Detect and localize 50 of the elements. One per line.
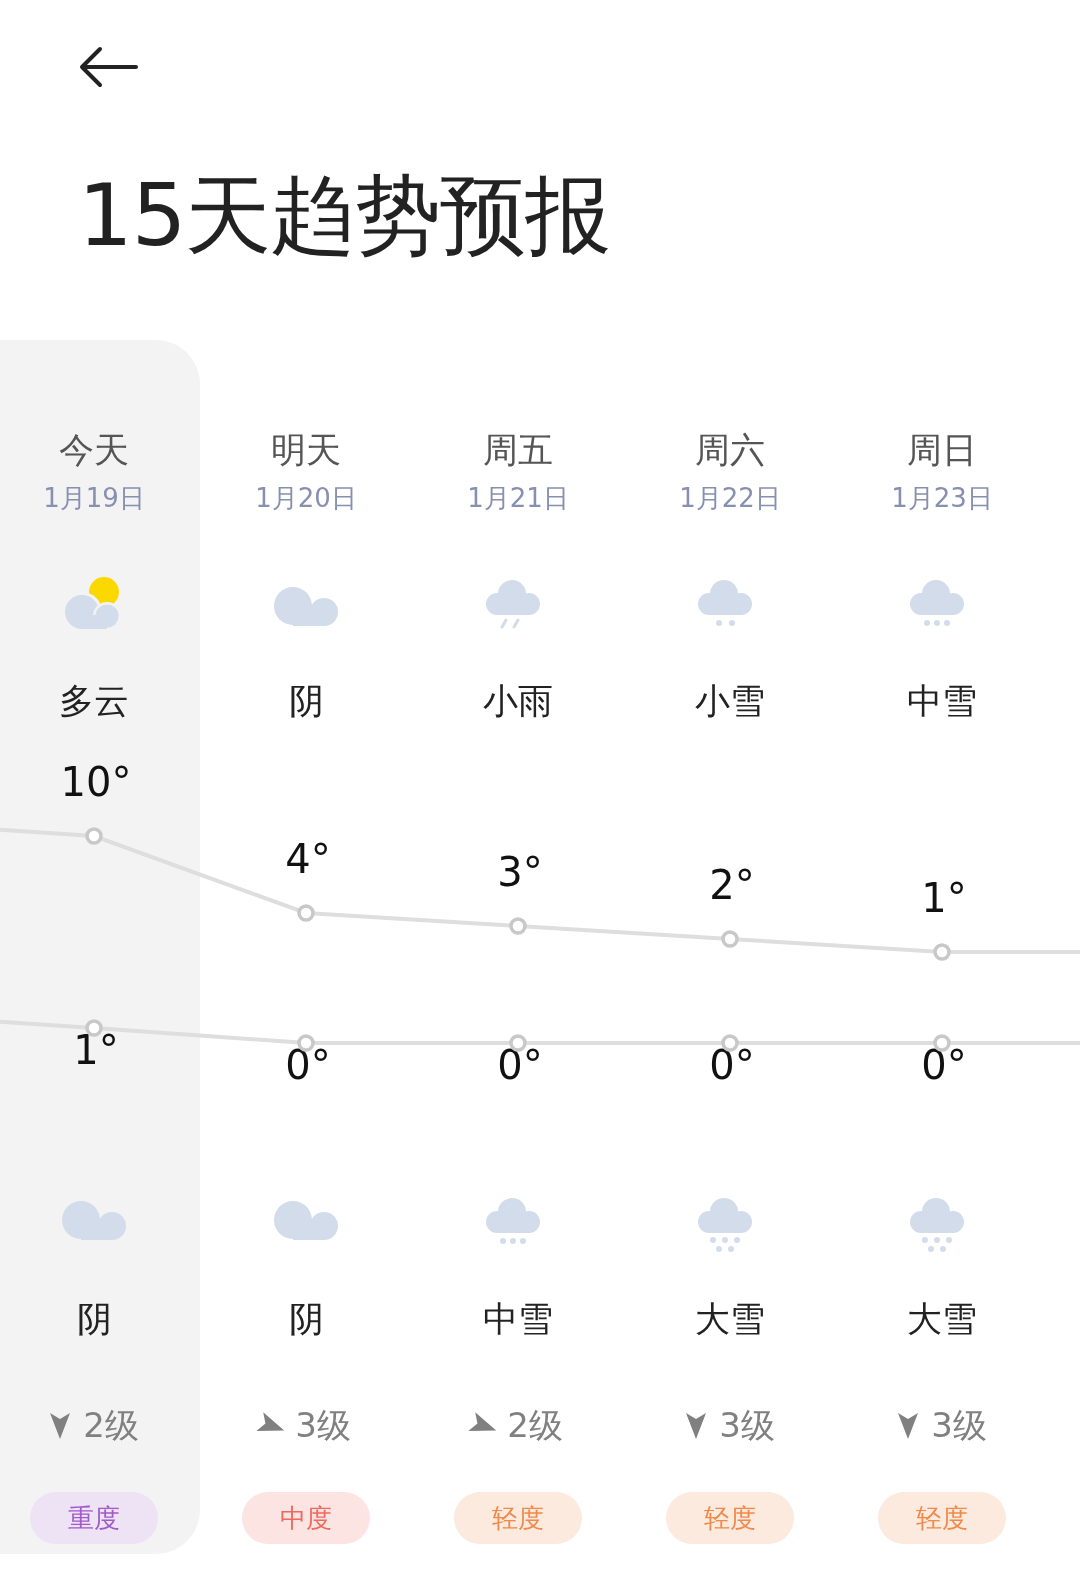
date-label: 1月21日 xyxy=(467,482,569,514)
date-label: 1月19日 xyxy=(43,482,145,514)
low-temperature: 1° xyxy=(72,1026,119,1074)
back-icon[interactable] xyxy=(78,46,138,88)
wind-direction-icon xyxy=(685,1412,708,1440)
wind-level: 3级 xyxy=(719,1404,775,1447)
weather-label: 阴 xyxy=(288,1298,324,1340)
air-quality-badge: 重度 xyxy=(30,1492,158,1544)
high-temperature: 1° xyxy=(920,874,967,922)
day-column[interactable]: 周五 1月21日 小雨 3° 0° 中雪 2级 轻度 xyxy=(412,340,624,1554)
weather-label: 多云 xyxy=(59,680,129,722)
day-label: 周五 xyxy=(483,430,553,470)
date-label: 1月20日 xyxy=(255,482,357,514)
day-column[interactable]: 今天 1月19日 多云 10° 1° 阴 2级 重度 xyxy=(0,340,200,1554)
low-temperature: 0° xyxy=(284,1041,331,1089)
low-temperature: 0° xyxy=(708,1041,755,1089)
air-quality-badge: 轻度 xyxy=(666,1492,794,1544)
high-temperature: 3° xyxy=(496,848,543,896)
weather-label: 小雨 xyxy=(483,680,553,722)
low-temperature: 0° xyxy=(496,1041,543,1089)
day-label: 周六 xyxy=(695,430,765,470)
wind-level: 2级 xyxy=(507,1404,563,1447)
weather-label: 大雪 xyxy=(907,1298,977,1340)
weather-label: 阴 xyxy=(288,680,324,722)
page-title: 15天趋势预报 xyxy=(78,172,612,258)
wind-direction-icon xyxy=(897,1412,920,1440)
day-label: 今天 xyxy=(59,430,129,470)
air-quality-badge: 轻度 xyxy=(454,1492,582,1544)
wind-direction-icon xyxy=(49,1412,72,1440)
high-temperature: 4° xyxy=(284,835,331,883)
weather-label: 小雪 xyxy=(695,680,765,722)
day-column[interactable]: 周六 1月22日 小雪 2° 0° 大雪 3级 轻度 xyxy=(624,340,836,1554)
weather-label: 中雪 xyxy=(907,680,977,722)
high-temperature: 10° xyxy=(59,758,132,806)
date-label: 1月23日 xyxy=(891,482,993,514)
day-column[interactable]: 明天 1月20日 阴 4° 0° 阴 3级 中度 xyxy=(200,340,412,1554)
date-label: 1月22日 xyxy=(679,482,781,514)
weather-label: 中雪 xyxy=(483,1298,553,1340)
wind-level: 3级 xyxy=(295,1404,351,1447)
air-quality-badge: 轻度 xyxy=(878,1492,1006,1544)
low-temperature: 0° xyxy=(920,1041,967,1089)
wind-level: 2级 xyxy=(83,1404,139,1447)
day-label: 周日 xyxy=(907,430,977,470)
wind-level: 3级 xyxy=(931,1404,987,1447)
weather-label: 阴 xyxy=(76,1298,112,1340)
weather-label: 大雪 xyxy=(695,1298,765,1340)
high-temperature: 2° xyxy=(708,861,755,909)
day-column[interactable]: 周日 1月23日 中雪 1° 0° 大雪 3级 轻度 xyxy=(836,340,1048,1554)
day-label: 明天 xyxy=(271,430,341,470)
air-quality-badge: 中度 xyxy=(242,1492,370,1544)
